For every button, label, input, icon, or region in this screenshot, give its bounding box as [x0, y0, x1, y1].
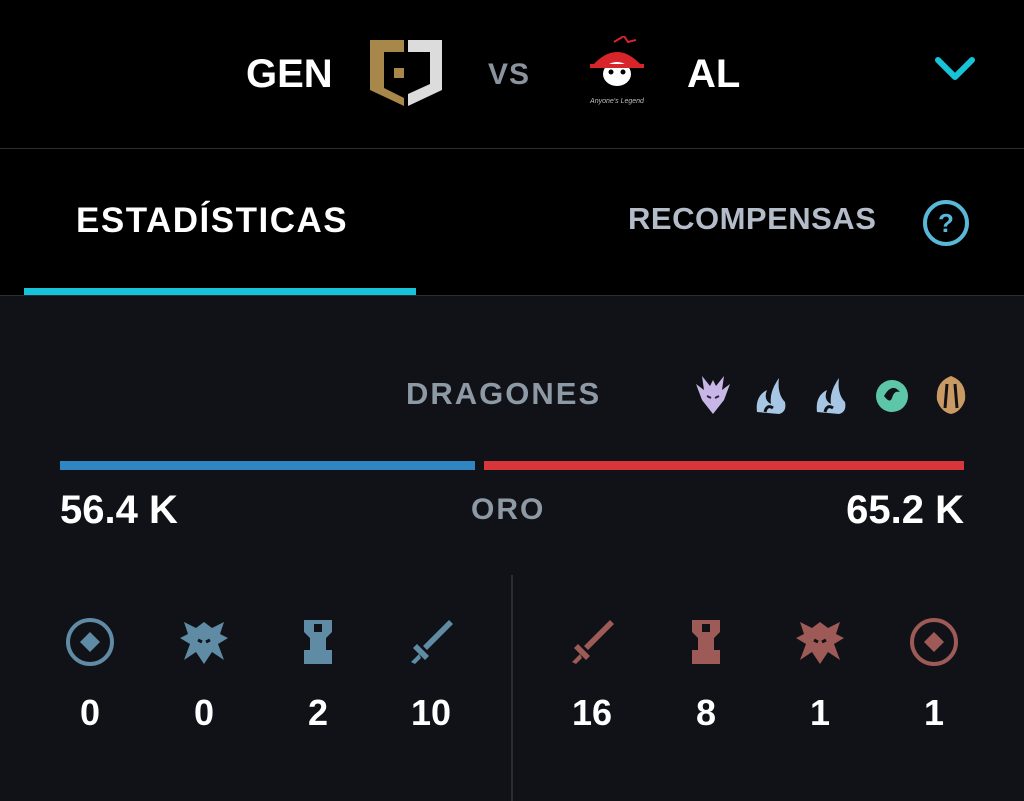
tab-estadisticas-label: ESTADÍSTICAS: [76, 201, 349, 240]
elder-dragon-icon: [696, 376, 730, 414]
left-kills-value: 10: [410, 692, 452, 733]
left-inhibitors-value: 0: [79, 692, 101, 733]
sword-icon: [572, 620, 614, 664]
cloud-dragon-icon: [756, 378, 786, 414]
tower-icon: [304, 620, 332, 664]
left-kills: 10: [391, 616, 471, 734]
al-logo: [590, 36, 644, 86]
inhibitor-icon: [66, 618, 114, 666]
chevron-down-icon[interactable]: [934, 56, 976, 82]
gen-logo: [370, 40, 442, 106]
right-barons: 1: [780, 616, 860, 734]
tab-estadisticas[interactable]: ESTADÍSTICAS: [24, 149, 416, 295]
right-towers-value: 8: [695, 692, 717, 733]
right-inhibitors-value: 1: [923, 692, 945, 733]
right-barons-value: 1: [809, 692, 831, 733]
active-tab-indicator: [24, 288, 416, 295]
left-towers: 2: [278, 616, 358, 734]
tab-recompensas[interactable]: RECOMPENSAS: [628, 201, 876, 237]
right-kills-value: 16: [571, 692, 613, 733]
dragons-label: DRAGONES: [406, 376, 602, 411]
cloud-dragon-icon: [816, 378, 846, 414]
al-logo-text: Anyone's Legend: [590, 98, 644, 105]
inhibitor-icon: [910, 618, 958, 666]
mountain-dragon-icon: [936, 376, 966, 414]
right-towers: 8: [666, 616, 746, 734]
team-left-name: GEN: [246, 52, 333, 96]
tower-icon: [692, 620, 720, 664]
gold-bar-right: [484, 461, 964, 470]
team-right-name: AL: [687, 52, 741, 96]
help-icon[interactable]: ?: [922, 199, 970, 247]
gold-left-value: 56.4 K: [60, 488, 178, 532]
left-towers-value: 2: [307, 692, 329, 733]
sword-icon: [411, 620, 453, 664]
gold-bar-left: [60, 461, 475, 470]
match-header: GEN VS Anyone's Legend AL: [0, 0, 1024, 149]
vs-label: VS: [488, 58, 531, 91]
left-barons-value: 0: [193, 692, 215, 733]
left-barons: 0: [164, 616, 244, 734]
ocean-dragon-icon: [876, 380, 908, 412]
baron-icon: [796, 622, 844, 664]
right-kills: 16: [552, 616, 632, 734]
svg-text:?: ?: [938, 208, 954, 238]
gold-right-value: 65.2 K: [846, 488, 964, 532]
tab-bar: ESTADÍSTICAS RECOMPENSAS: [0, 149, 1024, 296]
team-divider: [511, 575, 513, 801]
left-inhibitors: 0: [50, 616, 130, 734]
baron-icon: [180, 622, 228, 664]
right-inhibitors: 1: [894, 616, 974, 734]
gold-label: ORO: [471, 493, 546, 526]
